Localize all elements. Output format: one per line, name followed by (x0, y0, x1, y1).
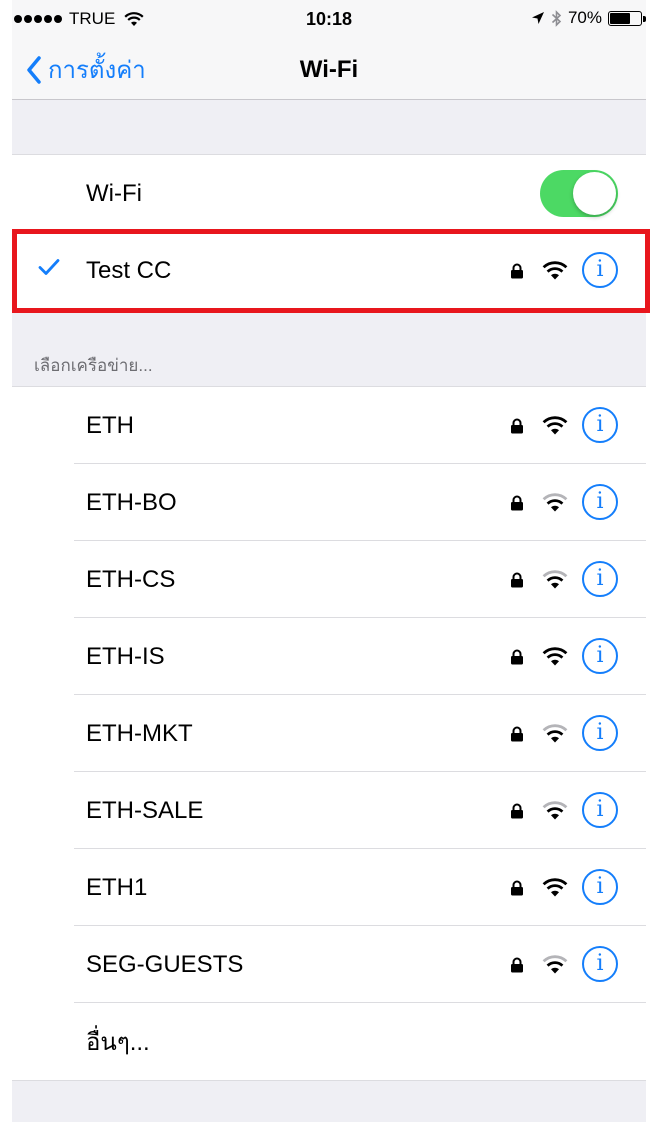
battery-percent: 70% (567, 8, 602, 27)
network-name: ETH-CS (86, 565, 176, 593)
info-button[interactable]: i (582, 407, 618, 443)
info-button[interactable]: i (582, 946, 618, 982)
network-name: ETH-MKT (86, 719, 193, 747)
location-arrow-icon (531, 12, 544, 24)
wifi-signal-icon (542, 801, 568, 820)
lock-icon (511, 726, 523, 742)
network-name: ETH-IS (86, 642, 165, 670)
other-network-row[interactable]: อื่นๆ... (12, 1003, 646, 1080)
choose-network-header: เลือกเครือข่าย... (34, 356, 153, 375)
lock-icon (511, 880, 523, 896)
info-button[interactable]: i (582, 638, 618, 674)
network-row[interactable]: ETH-BO i (12, 464, 646, 541)
status-bar: TRUE 10:18 70% (12, 0, 646, 40)
battery-icon (608, 10, 646, 26)
network-name: ETH1 (86, 873, 148, 901)
info-button[interactable]: i (582, 792, 618, 828)
lock-icon (511, 649, 523, 665)
screen: TRUE 10:18 70% การตั้งค่า Wi-Fi Wi-Fi Te… (12, 0, 646, 1122)
wifi-signal-icon (542, 724, 568, 743)
network-row[interactable]: ETH-IS i (12, 618, 646, 695)
connected-network-row[interactable]: Test CC i (12, 232, 646, 309)
checkmark-icon (38, 259, 60, 275)
network-row[interactable]: ETH-CS i (12, 541, 646, 618)
lock-icon (511, 957, 523, 973)
network-row[interactable]: SEG-GUESTS i (12, 926, 646, 1003)
network-row[interactable]: ETH i (12, 387, 646, 464)
page-title: Wi-Fi (299, 56, 359, 83)
network-row[interactable]: ETH-MKT i (12, 695, 646, 772)
wifi-signal-icon (542, 416, 568, 435)
info-button[interactable]: i (582, 715, 618, 751)
lock-icon (511, 263, 523, 279)
wifi-toggle-row: Wi-Fi (12, 155, 646, 232)
wifi-toggle-switch[interactable] (540, 170, 618, 217)
network-row[interactable]: ETH-SALE i (12, 772, 646, 849)
info-button[interactable]: i (582, 869, 618, 905)
info-button[interactable]: i (582, 561, 618, 597)
network-name: ETH-BO (86, 488, 177, 516)
connected-network-name: Test CC (86, 256, 172, 284)
wifi-signal-icon (542, 955, 568, 974)
wifi-signal-icon (542, 261, 568, 280)
network-list: ETH i ETH-BO i ETH-CS i ETH-IS i ETH-MKT i ETH-SAL… (12, 386, 646, 1081)
wifi-group: Wi-Fi Test CC i (12, 154, 646, 310)
lock-icon (511, 495, 523, 511)
network-name: ETH (86, 411, 134, 439)
wifi-signal-icon (542, 570, 568, 589)
wifi-toggle-label: Wi-Fi (86, 179, 142, 207)
other-network-label: อื่นๆ... (86, 1029, 150, 1056)
network-name: ETH-SALE (86, 796, 204, 824)
bluetooth-icon (551, 9, 562, 27)
network-name: SEG-GUESTS (86, 950, 244, 978)
nav-bar: การตั้งค่า Wi-Fi (12, 40, 646, 100)
wifi-signal-icon (542, 647, 568, 666)
lock-icon (511, 803, 523, 819)
lock-icon (511, 572, 523, 588)
wifi-signal-icon (542, 878, 568, 897)
wifi-signal-icon (542, 493, 568, 512)
lock-icon (511, 418, 523, 434)
status-right: 70% (531, 8, 646, 28)
info-button[interactable]: i (582, 484, 618, 520)
battery-fill (610, 12, 631, 24)
info-button[interactable]: i (582, 252, 618, 288)
network-row[interactable]: ETH1 i (12, 849, 646, 926)
